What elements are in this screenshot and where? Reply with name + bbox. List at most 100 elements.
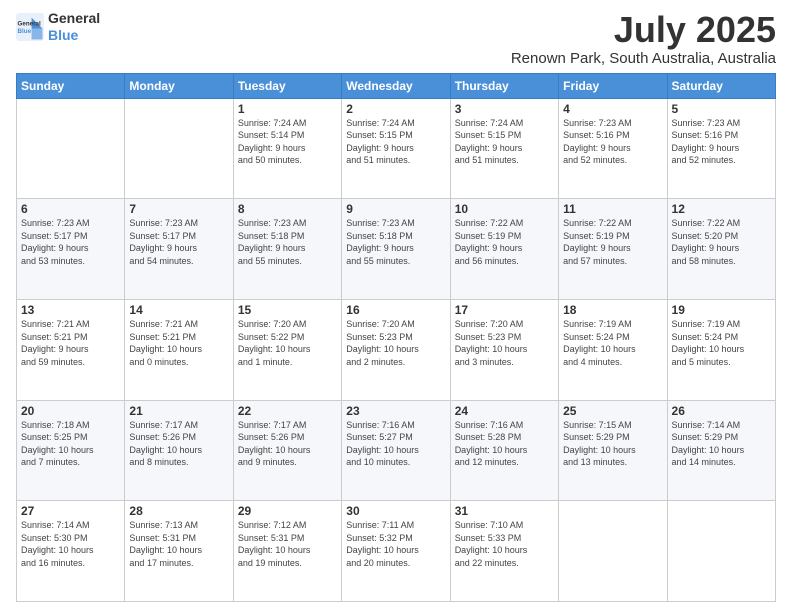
day-number: 6 bbox=[21, 202, 120, 216]
day-number: 9 bbox=[346, 202, 445, 216]
subtitle: Renown Park, South Australia, Australia bbox=[511, 50, 776, 67]
day-info: Sunrise: 7:21 AM Sunset: 5:21 PM Dayligh… bbox=[21, 318, 120, 368]
logo-text: General Blue bbox=[48, 10, 100, 44]
header: General Blue General Blue July 2025 Reno… bbox=[16, 10, 776, 67]
svg-text:Blue: Blue bbox=[18, 28, 32, 35]
day-number: 12 bbox=[672, 202, 771, 216]
day-number: 2 bbox=[346, 102, 445, 116]
day-info: Sunrise: 7:16 AM Sunset: 5:27 PM Dayligh… bbox=[346, 419, 445, 469]
col-header-sunday: Sunday bbox=[17, 73, 125, 98]
col-header-tuesday: Tuesday bbox=[233, 73, 341, 98]
day-number: 25 bbox=[563, 404, 662, 418]
day-number: 14 bbox=[129, 303, 228, 317]
calendar-week-4: 20Sunrise: 7:18 AM Sunset: 5:25 PM Dayli… bbox=[17, 400, 776, 501]
calendar-cell: 30Sunrise: 7:11 AM Sunset: 5:32 PM Dayli… bbox=[342, 501, 450, 602]
day-number: 16 bbox=[346, 303, 445, 317]
calendar-week-2: 6Sunrise: 7:23 AM Sunset: 5:17 PM Daylig… bbox=[17, 199, 776, 300]
day-number: 15 bbox=[238, 303, 337, 317]
calendar-cell: 14Sunrise: 7:21 AM Sunset: 5:21 PM Dayli… bbox=[125, 299, 233, 400]
day-number: 19 bbox=[672, 303, 771, 317]
day-number: 26 bbox=[672, 404, 771, 418]
svg-text:General: General bbox=[18, 20, 41, 27]
calendar-cell: 27Sunrise: 7:14 AM Sunset: 5:30 PM Dayli… bbox=[17, 501, 125, 602]
day-info: Sunrise: 7:19 AM Sunset: 5:24 PM Dayligh… bbox=[672, 318, 771, 368]
day-info: Sunrise: 7:22 AM Sunset: 5:20 PM Dayligh… bbox=[672, 217, 771, 267]
day-info: Sunrise: 7:21 AM Sunset: 5:21 PM Dayligh… bbox=[129, 318, 228, 368]
day-info: Sunrise: 7:24 AM Sunset: 5:15 PM Dayligh… bbox=[346, 117, 445, 167]
day-number: 23 bbox=[346, 404, 445, 418]
title-block: July 2025 Renown Park, South Australia, … bbox=[511, 10, 776, 67]
calendar-cell bbox=[125, 98, 233, 199]
calendar-cell: 7Sunrise: 7:23 AM Sunset: 5:17 PM Daylig… bbox=[125, 199, 233, 300]
day-info: Sunrise: 7:10 AM Sunset: 5:33 PM Dayligh… bbox=[455, 519, 554, 569]
day-info: Sunrise: 7:20 AM Sunset: 5:23 PM Dayligh… bbox=[346, 318, 445, 368]
calendar-cell: 4Sunrise: 7:23 AM Sunset: 5:16 PM Daylig… bbox=[559, 98, 667, 199]
calendar-cell: 6Sunrise: 7:23 AM Sunset: 5:17 PM Daylig… bbox=[17, 199, 125, 300]
logo: General Blue General Blue bbox=[16, 10, 100, 44]
calendar-cell: 25Sunrise: 7:15 AM Sunset: 5:29 PM Dayli… bbox=[559, 400, 667, 501]
calendar-cell bbox=[559, 501, 667, 602]
calendar-cell: 1Sunrise: 7:24 AM Sunset: 5:14 PM Daylig… bbox=[233, 98, 341, 199]
day-info: Sunrise: 7:20 AM Sunset: 5:23 PM Dayligh… bbox=[455, 318, 554, 368]
col-header-saturday: Saturday bbox=[667, 73, 775, 98]
calendar-week-5: 27Sunrise: 7:14 AM Sunset: 5:30 PM Dayli… bbox=[17, 501, 776, 602]
day-info: Sunrise: 7:19 AM Sunset: 5:24 PM Dayligh… bbox=[563, 318, 662, 368]
calendar-cell: 17Sunrise: 7:20 AM Sunset: 5:23 PM Dayli… bbox=[450, 299, 558, 400]
day-number: 28 bbox=[129, 504, 228, 518]
page: General Blue General Blue July 2025 Reno… bbox=[0, 0, 792, 612]
logo-line1: General bbox=[48, 10, 100, 27]
calendar-cell: 5Sunrise: 7:23 AM Sunset: 5:16 PM Daylig… bbox=[667, 98, 775, 199]
day-info: Sunrise: 7:15 AM Sunset: 5:29 PM Dayligh… bbox=[563, 419, 662, 469]
day-info: Sunrise: 7:17 AM Sunset: 5:26 PM Dayligh… bbox=[129, 419, 228, 469]
col-header-wednesday: Wednesday bbox=[342, 73, 450, 98]
day-number: 31 bbox=[455, 504, 554, 518]
calendar-cell: 3Sunrise: 7:24 AM Sunset: 5:15 PM Daylig… bbox=[450, 98, 558, 199]
day-info: Sunrise: 7:18 AM Sunset: 5:25 PM Dayligh… bbox=[21, 419, 120, 469]
day-info: Sunrise: 7:22 AM Sunset: 5:19 PM Dayligh… bbox=[455, 217, 554, 267]
calendar-week-1: 1Sunrise: 7:24 AM Sunset: 5:14 PM Daylig… bbox=[17, 98, 776, 199]
calendar-cell bbox=[667, 501, 775, 602]
calendar-table: SundayMondayTuesdayWednesdayThursdayFrid… bbox=[16, 73, 776, 602]
calendar-week-3: 13Sunrise: 7:21 AM Sunset: 5:21 PM Dayli… bbox=[17, 299, 776, 400]
day-number: 11 bbox=[563, 202, 662, 216]
calendar-cell: 13Sunrise: 7:21 AM Sunset: 5:21 PM Dayli… bbox=[17, 299, 125, 400]
calendar-cell: 15Sunrise: 7:20 AM Sunset: 5:22 PM Dayli… bbox=[233, 299, 341, 400]
main-title: July 2025 bbox=[511, 10, 776, 50]
calendar-header-row: SundayMondayTuesdayWednesdayThursdayFrid… bbox=[17, 73, 776, 98]
day-number: 17 bbox=[455, 303, 554, 317]
day-number: 27 bbox=[21, 504, 120, 518]
calendar-cell bbox=[17, 98, 125, 199]
col-header-friday: Friday bbox=[559, 73, 667, 98]
day-info: Sunrise: 7:17 AM Sunset: 5:26 PM Dayligh… bbox=[238, 419, 337, 469]
day-number: 3 bbox=[455, 102, 554, 116]
day-info: Sunrise: 7:23 AM Sunset: 5:18 PM Dayligh… bbox=[238, 217, 337, 267]
calendar-cell: 8Sunrise: 7:23 AM Sunset: 5:18 PM Daylig… bbox=[233, 199, 341, 300]
day-number: 22 bbox=[238, 404, 337, 418]
day-info: Sunrise: 7:23 AM Sunset: 5:16 PM Dayligh… bbox=[672, 117, 771, 167]
calendar-cell: 21Sunrise: 7:17 AM Sunset: 5:26 PM Dayli… bbox=[125, 400, 233, 501]
day-info: Sunrise: 7:14 AM Sunset: 5:30 PM Dayligh… bbox=[21, 519, 120, 569]
day-number: 18 bbox=[563, 303, 662, 317]
day-info: Sunrise: 7:16 AM Sunset: 5:28 PM Dayligh… bbox=[455, 419, 554, 469]
day-number: 30 bbox=[346, 504, 445, 518]
calendar-cell: 26Sunrise: 7:14 AM Sunset: 5:29 PM Dayli… bbox=[667, 400, 775, 501]
calendar-cell: 23Sunrise: 7:16 AM Sunset: 5:27 PM Dayli… bbox=[342, 400, 450, 501]
calendar-cell: 28Sunrise: 7:13 AM Sunset: 5:31 PM Dayli… bbox=[125, 501, 233, 602]
day-number: 8 bbox=[238, 202, 337, 216]
calendar-cell: 19Sunrise: 7:19 AM Sunset: 5:24 PM Dayli… bbox=[667, 299, 775, 400]
day-number: 21 bbox=[129, 404, 228, 418]
calendar-cell: 31Sunrise: 7:10 AM Sunset: 5:33 PM Dayli… bbox=[450, 501, 558, 602]
calendar-cell: 11Sunrise: 7:22 AM Sunset: 5:19 PM Dayli… bbox=[559, 199, 667, 300]
day-number: 5 bbox=[672, 102, 771, 116]
day-info: Sunrise: 7:24 AM Sunset: 5:14 PM Dayligh… bbox=[238, 117, 337, 167]
calendar-cell: 18Sunrise: 7:19 AM Sunset: 5:24 PM Dayli… bbox=[559, 299, 667, 400]
day-info: Sunrise: 7:20 AM Sunset: 5:22 PM Dayligh… bbox=[238, 318, 337, 368]
day-number: 10 bbox=[455, 202, 554, 216]
day-number: 1 bbox=[238, 102, 337, 116]
day-number: 24 bbox=[455, 404, 554, 418]
logo-icon: General Blue bbox=[16, 13, 44, 41]
calendar-cell: 10Sunrise: 7:22 AM Sunset: 5:19 PM Dayli… bbox=[450, 199, 558, 300]
calendar-cell: 16Sunrise: 7:20 AM Sunset: 5:23 PM Dayli… bbox=[342, 299, 450, 400]
logo-line2: Blue bbox=[48, 27, 78, 43]
day-info: Sunrise: 7:13 AM Sunset: 5:31 PM Dayligh… bbox=[129, 519, 228, 569]
